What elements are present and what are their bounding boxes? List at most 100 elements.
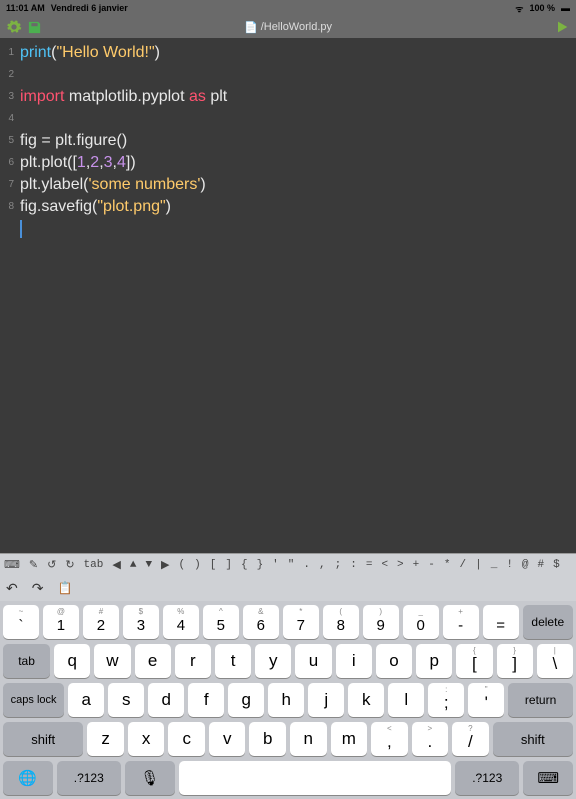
acc-slash[interactable]: / [459, 559, 466, 571]
key-o[interactable]: o [376, 644, 412, 678]
key-6[interactable]: &6 [243, 605, 279, 639]
acc-rbrace[interactable]: } [257, 559, 264, 571]
key-numeric-left[interactable]: .?123 [57, 761, 121, 795]
acc-left[interactable]: ◀ [112, 558, 120, 572]
acc-hash[interactable]: # [538, 559, 545, 571]
key-shift-right[interactable]: shift [493, 722, 573, 756]
key-rbracket[interactable]: }] [497, 644, 533, 678]
code-editor[interactable]: 1234 5678 print("Hello World!") import m… [0, 38, 576, 553]
key-u[interactable]: u [295, 644, 331, 678]
acc-lparen[interactable]: ( [179, 559, 186, 571]
acc-under[interactable]: _ [491, 559, 498, 571]
acc-minus[interactable]: - [428, 559, 435, 571]
key-backslash[interactable]: |\ [537, 644, 573, 678]
code-content[interactable]: print("Hello World!") import matplotlib.… [18, 38, 576, 553]
clipboard-icon[interactable]: 📋 [57, 581, 72, 595]
acc-comma[interactable]: , [319, 559, 326, 571]
key-f[interactable]: f [188, 683, 224, 717]
key-w[interactable]: w [94, 644, 130, 678]
key-g[interactable]: g [228, 683, 264, 717]
redo-icon[interactable]: ↷ [32, 580, 44, 597]
run-icon[interactable] [554, 19, 570, 35]
acc-rbracket[interactable]: ] [225, 559, 232, 571]
keyboard-icon[interactable]: ⌨ [4, 558, 20, 571]
acc-at[interactable]: @ [522, 559, 529, 571]
undo-icon[interactable]: ↶ [6, 580, 18, 597]
acc-dollar[interactable]: $ [553, 559, 560, 571]
key-minus[interactable]: +- [443, 605, 479, 639]
acc-tab[interactable]: tab [84, 559, 104, 571]
key-r[interactable]: r [175, 644, 211, 678]
key-t[interactable]: t [215, 644, 251, 678]
key-i[interactable]: i [336, 644, 372, 678]
acc-undo[interactable]: ↺ [47, 558, 56, 572]
key-capslock[interactable]: caps lock [3, 683, 64, 717]
key-backtick[interactable]: ~` [3, 605, 39, 639]
key-numeric-right[interactable]: .?123 [455, 761, 519, 795]
save-icon[interactable] [26, 19, 42, 35]
key-2[interactable]: #2 [83, 605, 119, 639]
acc-dot[interactable]: . [303, 559, 310, 571]
acc-right[interactable]: ▶ [161, 558, 169, 572]
acc-lt[interactable]: < [381, 559, 388, 571]
acc-plus[interactable]: + [413, 559, 420, 571]
key-b[interactable]: b [249, 722, 286, 756]
key-j[interactable]: j [308, 683, 344, 717]
key-1[interactable]: @1 [43, 605, 79, 639]
acc-eq[interactable]: = [366, 559, 373, 571]
key-7[interactable]: *7 [283, 605, 319, 639]
key-delete[interactable]: delete [523, 605, 573, 639]
key-lbracket[interactable]: {[ [456, 644, 492, 678]
acc-down[interactable]: ▼ [145, 559, 152, 571]
key-semicolon[interactable]: :; [428, 683, 464, 717]
key-m[interactable]: m [331, 722, 368, 756]
key-4[interactable]: %4 [163, 605, 199, 639]
key-quote[interactable]: "' [468, 683, 504, 717]
key-a[interactable]: a [68, 683, 104, 717]
acc-lbrace[interactable]: { [241, 559, 248, 571]
acc-gt[interactable]: > [397, 559, 404, 571]
gear-icon[interactable] [6, 19, 22, 35]
key-k[interactable]: k [348, 683, 384, 717]
acc-squote[interactable]: ' [272, 559, 279, 571]
key-space[interactable] [179, 761, 452, 795]
edit-icon[interactable]: ✎ [29, 558, 38, 571]
key-8[interactable]: (8 [323, 605, 359, 639]
key-e[interactable]: e [135, 644, 171, 678]
acc-semi[interactable]: ; [335, 559, 342, 571]
key-comma[interactable]: <, [371, 722, 408, 756]
key-l[interactable]: l [388, 683, 424, 717]
key-tab[interactable]: tab [3, 644, 50, 678]
acc-rparen[interactable]: ) [194, 559, 201, 571]
key-equals[interactable]: = [483, 605, 519, 639]
key-p[interactable]: p [416, 644, 452, 678]
key-shift-left[interactable]: shift [3, 722, 83, 756]
key-c[interactable]: c [168, 722, 205, 756]
key-z[interactable]: z [87, 722, 124, 756]
key-mic[interactable]: 🎙 [125, 761, 175, 795]
key-9[interactable]: )9 [363, 605, 399, 639]
key-d[interactable]: d [148, 683, 184, 717]
key-y[interactable]: y [255, 644, 291, 678]
key-slash[interactable]: ?/ [452, 722, 489, 756]
key-period[interactable]: >. [412, 722, 449, 756]
key-q[interactable]: q [54, 644, 90, 678]
key-return[interactable]: return [508, 683, 573, 717]
acc-pipe[interactable]: | [475, 559, 482, 571]
key-globe[interactable]: 🌐 [3, 761, 53, 795]
key-x[interactable]: x [128, 722, 165, 756]
acc-lbracket[interactable]: [ [210, 559, 217, 571]
key-h[interactable]: h [268, 683, 304, 717]
key-5[interactable]: ^5 [203, 605, 239, 639]
acc-up[interactable]: ▲ [130, 559, 137, 571]
acc-star[interactable]: * [444, 559, 451, 571]
key-n[interactable]: n [290, 722, 327, 756]
key-0[interactable]: _0 [403, 605, 439, 639]
key-3[interactable]: $3 [123, 605, 159, 639]
acc-dquote[interactable]: " [288, 559, 295, 571]
key-dismiss-keyboard[interactable]: ⌨ [523, 761, 573, 795]
acc-redo[interactable]: ↻ [65, 558, 74, 572]
acc-colon[interactable]: : [350, 559, 357, 571]
key-v[interactable]: v [209, 722, 246, 756]
key-s[interactable]: s [108, 683, 144, 717]
